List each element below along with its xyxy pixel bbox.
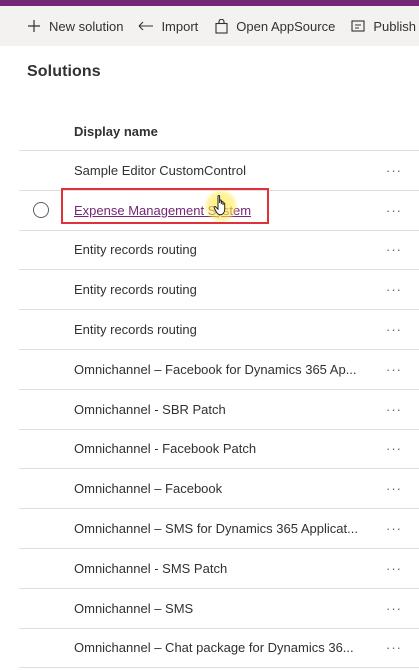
more-options-icon[interactable]: ···	[386, 362, 402, 377]
row-select-radio[interactable]	[33, 202, 49, 219]
solution-name[interactable]: Omnichannel - SMS Patch	[74, 561, 227, 576]
display-name-column-header[interactable]: Display name	[74, 124, 158, 139]
shopping-bag-icon	[213, 18, 229, 34]
more-options-icon[interactable]: ···	[386, 282, 402, 297]
import-button[interactable]: Import	[138, 18, 198, 34]
table-row[interactable]: Omnichannel - SMS Patch ···	[19, 549, 419, 589]
more-options-icon[interactable]: ···	[386, 203, 402, 218]
more-options-icon[interactable]: ···	[386, 163, 402, 178]
solution-name[interactable]: Omnichannel – SMS for Dynamics 365 Appli…	[74, 521, 358, 536]
import-label: Import	[161, 18, 199, 34]
command-bar: New solution Import Open AppSource Publi…	[0, 6, 419, 46]
page-title: Solutions	[27, 63, 101, 80]
solution-name[interactable]: Omnichannel – Facebook for Dynamics 365 …	[74, 362, 357, 377]
solution-name[interactable]: Entity records routing	[74, 242, 197, 257]
solution-name[interactable]: Omnichannel – Facebook	[74, 481, 222, 496]
solution-name[interactable]: Omnichannel - Facebook Patch	[74, 441, 256, 456]
solution-name[interactable]: Omnichannel – SMS	[74, 601, 193, 616]
table-row[interactable]: Omnichannel – SMS ···	[19, 589, 419, 629]
table-row[interactable]: Entity records routing ···	[19, 310, 419, 350]
table-row[interactable]: Omnichannel - Facebook Patch ···	[19, 430, 419, 470]
more-options-icon[interactable]: ···	[386, 322, 402, 337]
table-row[interactable]: Entity records routing ···	[19, 231, 419, 271]
open-appsource-label: Open AppSource	[236, 18, 336, 34]
more-options-icon[interactable]: ···	[386, 481, 402, 496]
more-options-icon[interactable]: ···	[386, 640, 402, 655]
table-row[interactable]: Omnichannel – SMS for Dynamics 365 Appli…	[19, 509, 419, 549]
solution-name-link[interactable]: Expense Management System	[74, 203, 251, 218]
table-row[interactable]: Sample Editor CustomControl ···	[19, 151, 419, 191]
table-row[interactable]: Expense Management System ···	[19, 187, 419, 231]
import-icon	[138, 18, 154, 34]
table-row[interactable]: Omnichannel – Facebook ···	[19, 469, 419, 510]
table-row[interactable]: Omnichannel - SBR Patch ···	[19, 390, 419, 430]
solutions-grid: Display name Sample Editor CustomControl…	[19, 113, 419, 669]
table-row[interactable]: Omnichannel – Chat package for Dynamics …	[19, 629, 419, 669]
plus-icon	[26, 18, 42, 34]
publish-all-button[interactable]: Publish al	[350, 18, 419, 34]
solution-name[interactable]: Entity records routing	[74, 322, 197, 337]
new-solution-label: New solution	[49, 18, 124, 34]
grid-header: Display name	[19, 113, 419, 151]
solution-name[interactable]: Omnichannel – Chat package for Dynamics …	[74, 640, 354, 655]
more-options-icon[interactable]: ···	[386, 242, 402, 257]
more-options-icon[interactable]: ···	[386, 601, 402, 616]
new-solution-button[interactable]: New solution	[26, 18, 123, 34]
solution-name[interactable]: Omnichannel - SBR Patch	[74, 402, 226, 417]
more-options-icon[interactable]: ···	[386, 521, 402, 536]
solution-name[interactable]: Entity records routing	[74, 282, 197, 297]
table-row[interactable]: Omnichannel – Facebook for Dynamics 365 …	[19, 350, 419, 390]
table-row[interactable]: Entity records routing ···	[19, 270, 419, 311]
more-options-icon[interactable]: ···	[386, 561, 402, 576]
more-options-icon[interactable]: ···	[386, 402, 402, 417]
publish-icon	[350, 18, 366, 34]
publish-all-label: Publish al	[373, 18, 419, 34]
more-options-icon[interactable]: ···	[386, 441, 402, 456]
open-appsource-button[interactable]: Open AppSource	[213, 18, 335, 34]
solution-name[interactable]: Sample Editor CustomControl	[74, 163, 246, 178]
